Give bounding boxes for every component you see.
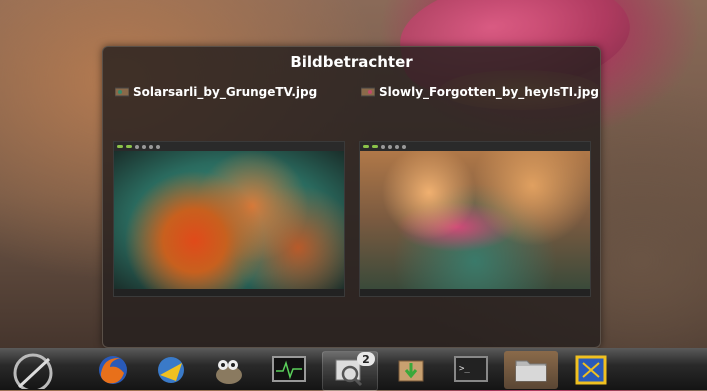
- terminal-icon: >_: [454, 356, 488, 382]
- thumbnail-image-abstract: [114, 151, 344, 289]
- thumbnail-label-2: Slowly_Forgotten_by_heyIsTI.jpg: [361, 83, 599, 101]
- thumbnail-label-1: Solarsarli_by_GrungeTV.jpg: [115, 83, 317, 101]
- svg-text:>_: >_: [459, 364, 470, 374]
- thumbnail-toolbar: [360, 142, 590, 151]
- thumbnail-filename-1: Solarsarli_by_GrungeTV.jpg: [133, 85, 318, 99]
- start-icon: [13, 353, 53, 389]
- start-button[interactable]: [2, 350, 68, 390]
- taskbar-file-manager[interactable]: [504, 351, 558, 389]
- thumbnail-statusbar: [360, 289, 590, 296]
- window-switcher-panel: Bildbetrachter Solarsarli_by_GrungeTV.jp…: [102, 46, 601, 348]
- taskbar-image-viewer[interactable]: 2: [322, 351, 378, 391]
- window-thumbnail-1[interactable]: [113, 141, 345, 297]
- gimp-icon: [216, 360, 242, 384]
- taskbar-package-installer[interactable]: [384, 351, 438, 389]
- taskbar-network[interactable]: [144, 351, 198, 389]
- package-installer-icon: [398, 360, 424, 382]
- system-monitor-icon: [272, 356, 306, 382]
- network-icon: [158, 357, 184, 383]
- window-thumbnail-2[interactable]: [359, 141, 591, 297]
- taskbar-virtualbox[interactable]: [564, 351, 618, 389]
- file-manager-icon: [515, 360, 547, 382]
- thumbnail-toolbar: [114, 142, 344, 151]
- virtualbox-icon: [575, 355, 607, 385]
- thumbnail-statusbar: [114, 289, 344, 296]
- taskbar-gimp[interactable]: [202, 351, 256, 389]
- taskbar-system-monitor[interactable]: [262, 351, 316, 389]
- thumbnail-filename-2: Slowly_Forgotten_by_heyIsTI.jpg: [379, 85, 599, 99]
- taskbar-terminal[interactable]: >_: [444, 351, 498, 389]
- window-count-badge: 2: [357, 352, 375, 366]
- panel-title: Bildbetrachter: [290, 53, 413, 71]
- taskbar-firefox[interactable]: [86, 351, 140, 389]
- image-file-icon: [115, 87, 129, 97]
- image-file-icon: [361, 87, 375, 97]
- thumbnail-image-leaves: [360, 151, 590, 289]
- firefox-icon: [99, 356, 127, 384]
